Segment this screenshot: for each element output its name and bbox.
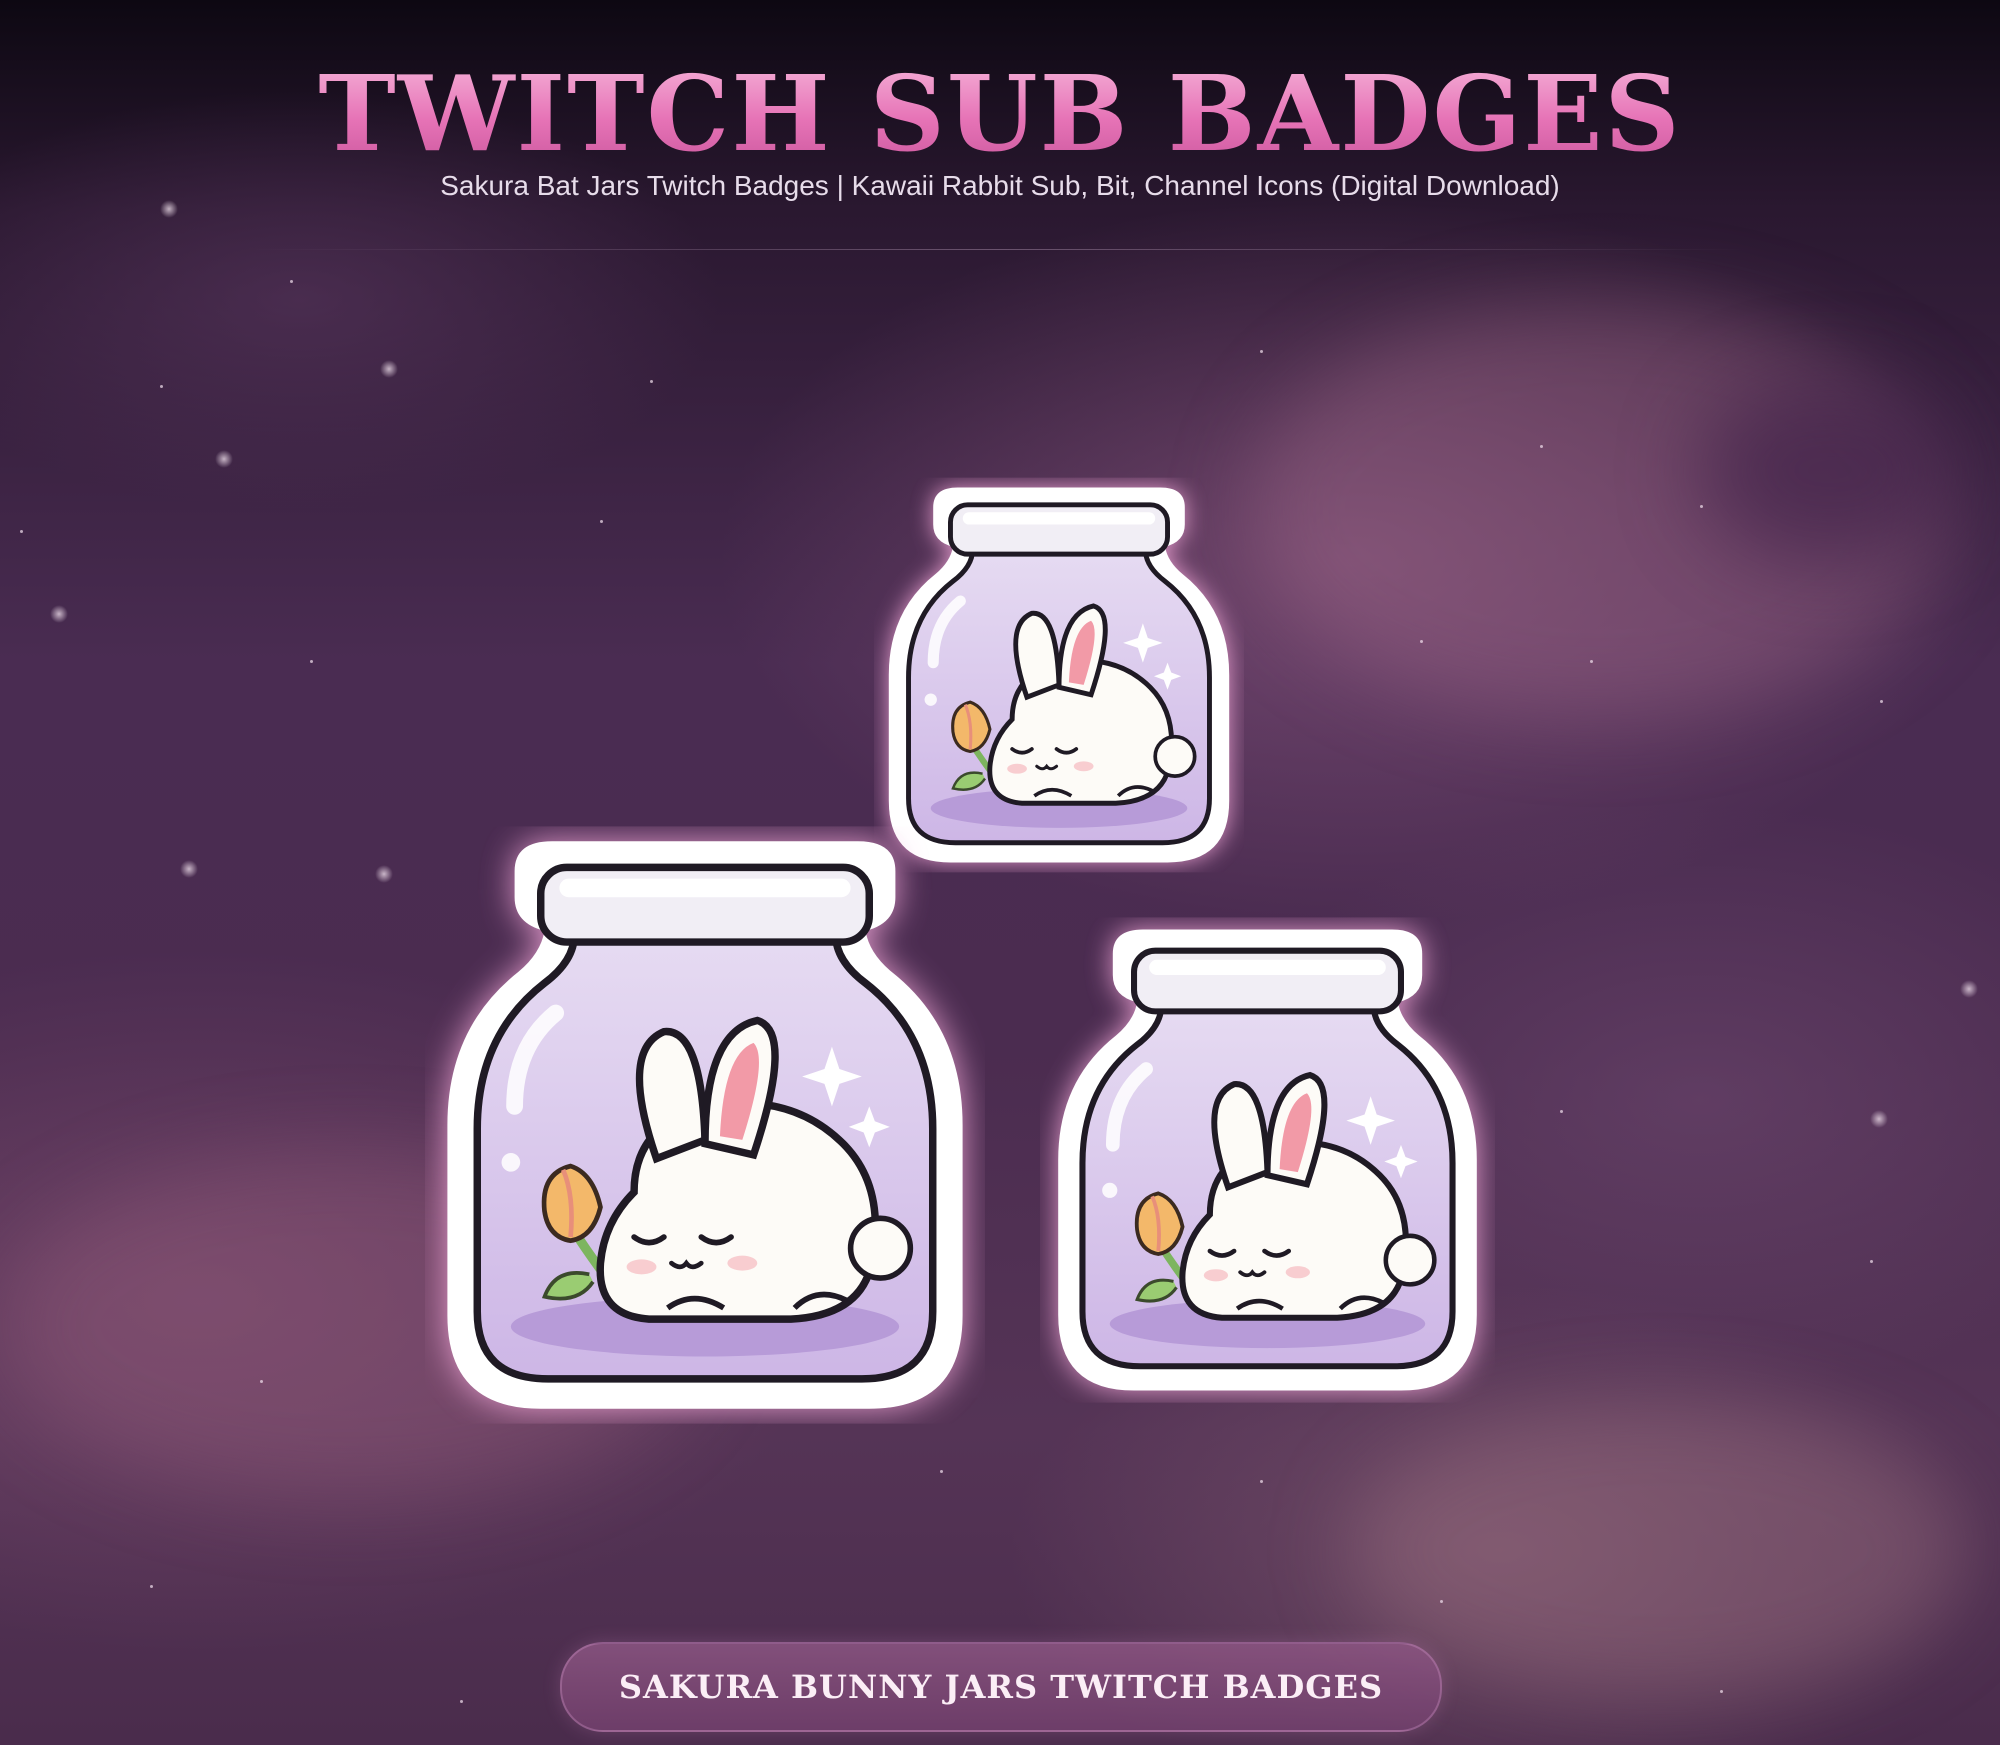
header-divider [250,249,1750,250]
bunny-jar-medium-badge [1040,910,1495,1410]
sleeping-bunny-jar-icon [425,815,985,1435]
nebula-glow [1250,300,1950,720]
nebula-glow [1700,380,1960,560]
nebula-glow [1350,1400,1970,1700]
page-subtitle: Sakura Bat Jars Twitch Badges | Kawaii R… [440,170,1560,201]
footer-label: SAKURA BUNNY JARS TWITCH BADGES [618,1668,1384,1706]
sleeping-bunny-jar-icon [1040,910,1495,1410]
footer-banner: SAKURA BUNNY JARS TWITCH BADGES [560,1642,1442,1732]
page-title: TWITCH SUB BADGES [0,52,2000,175]
bunny-jar-large-badge [425,815,985,1435]
